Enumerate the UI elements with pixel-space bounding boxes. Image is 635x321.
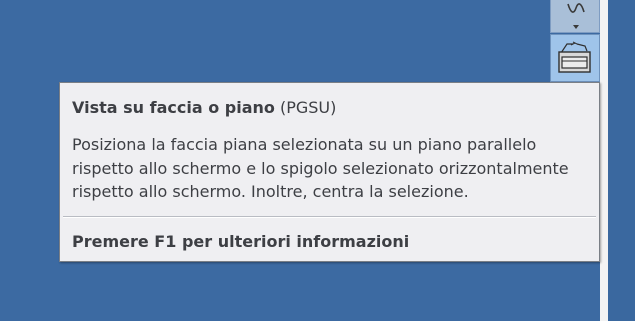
wave-dropdown-icon bbox=[567, 3, 585, 29]
view-toolbar bbox=[550, 0, 600, 84]
face-plane-view-icon bbox=[558, 41, 591, 73]
tooltip-title: Vista su faccia o piano (PGSU) bbox=[72, 97, 336, 119]
command-tooltip: Vista su faccia o piano (PGSU) Posiziona… bbox=[59, 82, 600, 262]
tooltip-description: Posiziona la faccia piana selezionata su… bbox=[72, 135, 569, 201]
face-plane-view-button[interactable] bbox=[550, 34, 600, 82]
wave-dropdown-button[interactable] bbox=[550, 0, 600, 33]
tooltip-divider bbox=[63, 216, 596, 218]
window-edge-strip bbox=[600, 0, 608, 321]
tooltip-help-hint: Premere F1 per ulteriori informazioni bbox=[72, 232, 410, 251]
tooltip-command-name: Vista su faccia o piano bbox=[72, 98, 275, 117]
tooltip-command-alias: (PGSU) bbox=[279, 98, 337, 117]
viewport-edge bbox=[608, 0, 635, 321]
